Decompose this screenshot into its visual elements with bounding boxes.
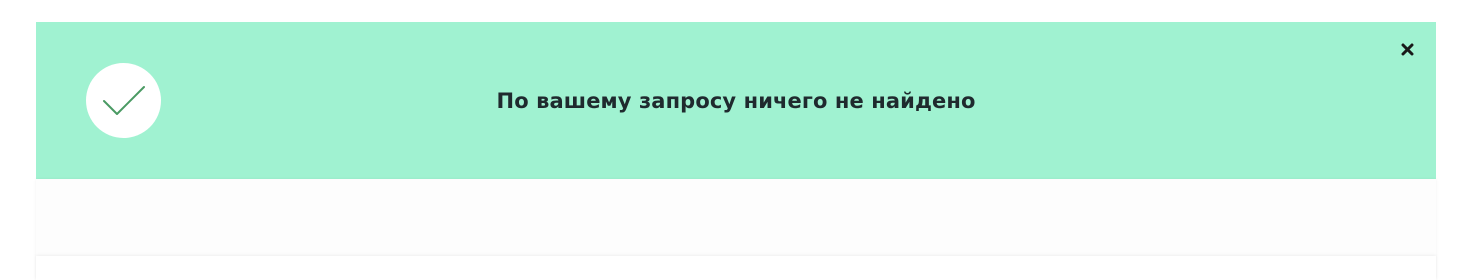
status-icon-circle — [86, 63, 161, 138]
search-result-notice: По вашему запросу ничего не найдено — [36, 22, 1436, 179]
content-panel-bottom — [36, 256, 1436, 280]
page: По вашему запросу ничего не найдено — [0, 0, 1463, 280]
check-icon — [102, 85, 145, 115]
close-icon[interactable] — [1401, 43, 1414, 56]
notice-message: По вашему запросу ничего не найдено — [496, 88, 976, 113]
content-panel — [36, 179, 1436, 280]
close-button[interactable] — [1399, 41, 1415, 57]
